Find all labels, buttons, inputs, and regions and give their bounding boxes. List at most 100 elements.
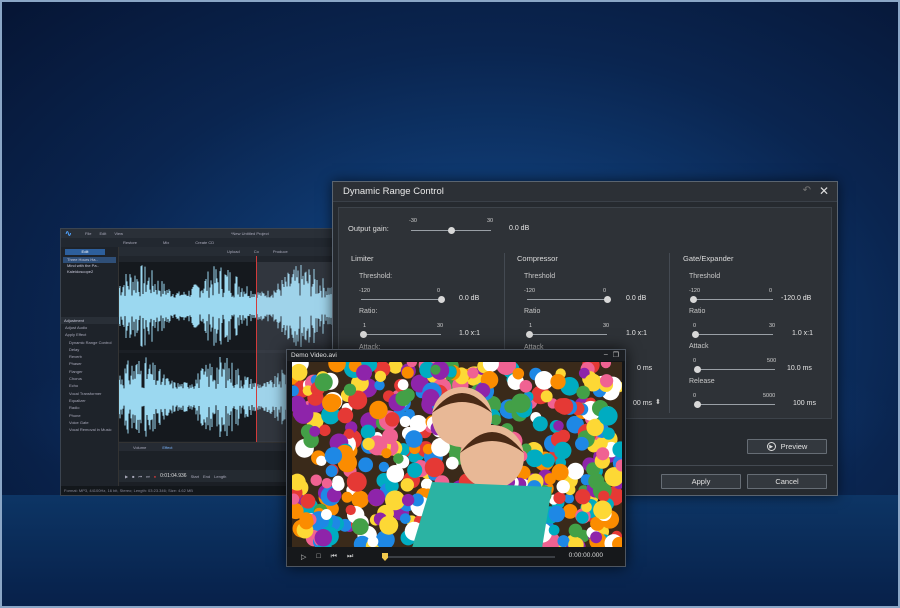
cancel-button[interactable]: Cancel: [747, 474, 827, 489]
ball: [540, 390, 553, 403]
gate-release-slider[interactable]: [693, 401, 775, 408]
close-icon[interactable]: ✕: [819, 184, 829, 198]
undo-icon[interactable]: ↶: [803, 185, 811, 196]
ball: [324, 447, 343, 465]
editor-timecode: 0:01:04.936: [160, 473, 187, 479]
slider-knob[interactable]: [690, 296, 697, 303]
output-gain-slider[interactable]: [411, 227, 491, 234]
toolbar-co[interactable]: Co: [254, 249, 259, 254]
gate-ratio-label: Ratio: [689, 308, 706, 315]
tab-create-cd[interactable]: Create CD: [195, 240, 214, 245]
output-gain-min: -30: [409, 218, 417, 224]
adjust-item[interactable]: Vocal Removal in Music: [61, 426, 119, 433]
next-icon[interactable]: ⏭: [146, 474, 150, 479]
toolbar-produce[interactable]: Produce: [273, 249, 288, 254]
limiter-ratio-max: 30: [437, 323, 444, 329]
restore-icon[interactable]: ❐: [613, 351, 619, 359]
slider-knob[interactable]: [438, 296, 445, 303]
adjust-item[interactable]: Equalizer: [61, 397, 119, 404]
gate-threshold-label: Threshold: [689, 273, 721, 280]
seek-thumb[interactable]: [382, 553, 388, 561]
next-icon[interactable]: ⏭: [347, 553, 353, 561]
tab-volume[interactable]: Volume: [133, 445, 146, 450]
limiter-ratio-slider[interactable]: [360, 331, 441, 338]
ball: [367, 536, 379, 548]
adjust-item[interactable]: Radio: [61, 404, 119, 411]
apply-button[interactable]: Apply: [661, 474, 741, 489]
play-icon[interactable]: ▷: [301, 553, 306, 561]
limiter-threshold-slider[interactable]: [361, 296, 445, 303]
release-spinner-icon[interactable]: ⬍: [655, 398, 661, 406]
gate-ratio-slider[interactable]: [692, 331, 773, 338]
slider-knob[interactable]: [692, 331, 699, 338]
adjust-item[interactable]: Vocal Transformer: [61, 390, 119, 397]
ball: [325, 394, 342, 411]
ball: [356, 364, 373, 381]
menu-view[interactable]: View: [114, 231, 123, 236]
adjust-item[interactable]: Voice Gate: [61, 419, 119, 426]
adjust-item[interactable]: Echo: [61, 382, 119, 389]
adjust-item[interactable]: Phone: [61, 412, 119, 419]
gate-release-label: Release: [689, 378, 715, 385]
menu-edit[interactable]: Edit: [99, 231, 106, 236]
gate-ratio-min: 0: [693, 323, 697, 329]
ball: [576, 385, 590, 400]
compressor-threshold-slider[interactable]: [527, 296, 611, 303]
limiter-threshold-label: Threshold:: [359, 273, 393, 280]
slider-knob[interactable]: [604, 296, 611, 303]
column-divider: [669, 253, 670, 413]
edit-mode-button[interactable]: Edit: [65, 249, 105, 255]
slider-knob[interactable]: [526, 331, 533, 338]
slider-knob[interactable]: [693, 366, 701, 373]
gate-attack-slider[interactable]: [693, 366, 775, 373]
file-item[interactable]: Kaleidoscope2: [63, 269, 116, 275]
slider-knob[interactable]: [693, 401, 701, 408]
gate-attack-value: 10.0 ms: [787, 365, 812, 372]
tab-effect[interactable]: Effect: [162, 445, 172, 450]
minimize-icon[interactable]: –: [604, 351, 608, 359]
gate-attack-min: 0: [693, 358, 697, 364]
editor-left-panel: Edit Three Hours Ha.. Mind with the Pa..…: [61, 247, 119, 487]
stop-icon[interactable]: □: [316, 553, 320, 560]
compressor-threshold-label: Threshold: [524, 273, 556, 280]
menu-file[interactable]: File: [85, 231, 91, 236]
prev-icon[interactable]: ⏮: [331, 553, 337, 561]
adjust-item[interactable]: Reverb: [61, 353, 119, 360]
adjust-item[interactable]: Flanger: [61, 368, 119, 375]
adjustment-header: Adjustment: [61, 317, 119, 324]
video-image: [292, 362, 622, 548]
toolbar-upload[interactable]: Upload: [227, 249, 240, 254]
stop-icon[interactable]: ■: [132, 474, 134, 479]
video-seek-bar[interactable]: [382, 553, 555, 561]
ball: [598, 490, 610, 502]
slider-knob[interactable]: [448, 227, 455, 234]
ball: [557, 535, 570, 548]
gate-attack-max: 500: [767, 358, 777, 364]
record-icon[interactable]: ●: [154, 474, 156, 479]
adjust-item[interactable]: Delay: [61, 346, 119, 353]
tab-mix[interactable]: Mix: [163, 240, 169, 245]
limiter-threshold-min: -120: [359, 288, 371, 294]
ball: [319, 424, 331, 437]
length-label: Length: [214, 473, 227, 479]
video-frame[interactable]: [292, 362, 622, 548]
adjust-item[interactable]: Adjust Audio: [61, 324, 119, 331]
adjust-item[interactable]: Dynamic Range Control: [61, 339, 119, 346]
gate-threshold-slider[interactable]: [690, 296, 773, 303]
gate-release-value: 100 ms: [793, 400, 816, 407]
ball: [525, 449, 544, 468]
output-gain-max: 30: [487, 218, 494, 224]
tab-restore[interactable]: Restore: [123, 240, 137, 245]
slider-knob[interactable]: [360, 331, 367, 338]
adjust-item[interactable]: Apply Effect: [61, 331, 119, 338]
preview-button[interactable]: ▶ Preview: [747, 439, 827, 454]
compressor-ratio-slider[interactable]: [526, 331, 607, 338]
play-icon[interactable]: ▶: [125, 474, 128, 479]
ball: [399, 416, 411, 428]
adjust-item[interactable]: Phaser: [61, 360, 119, 367]
ball: [328, 362, 346, 373]
limiter-title: Limiter: [351, 254, 374, 263]
prev-icon[interactable]: ⏮: [139, 474, 143, 479]
adjust-item[interactable]: Chorus: [61, 375, 119, 382]
gate-ratio-max: 30: [769, 323, 776, 329]
